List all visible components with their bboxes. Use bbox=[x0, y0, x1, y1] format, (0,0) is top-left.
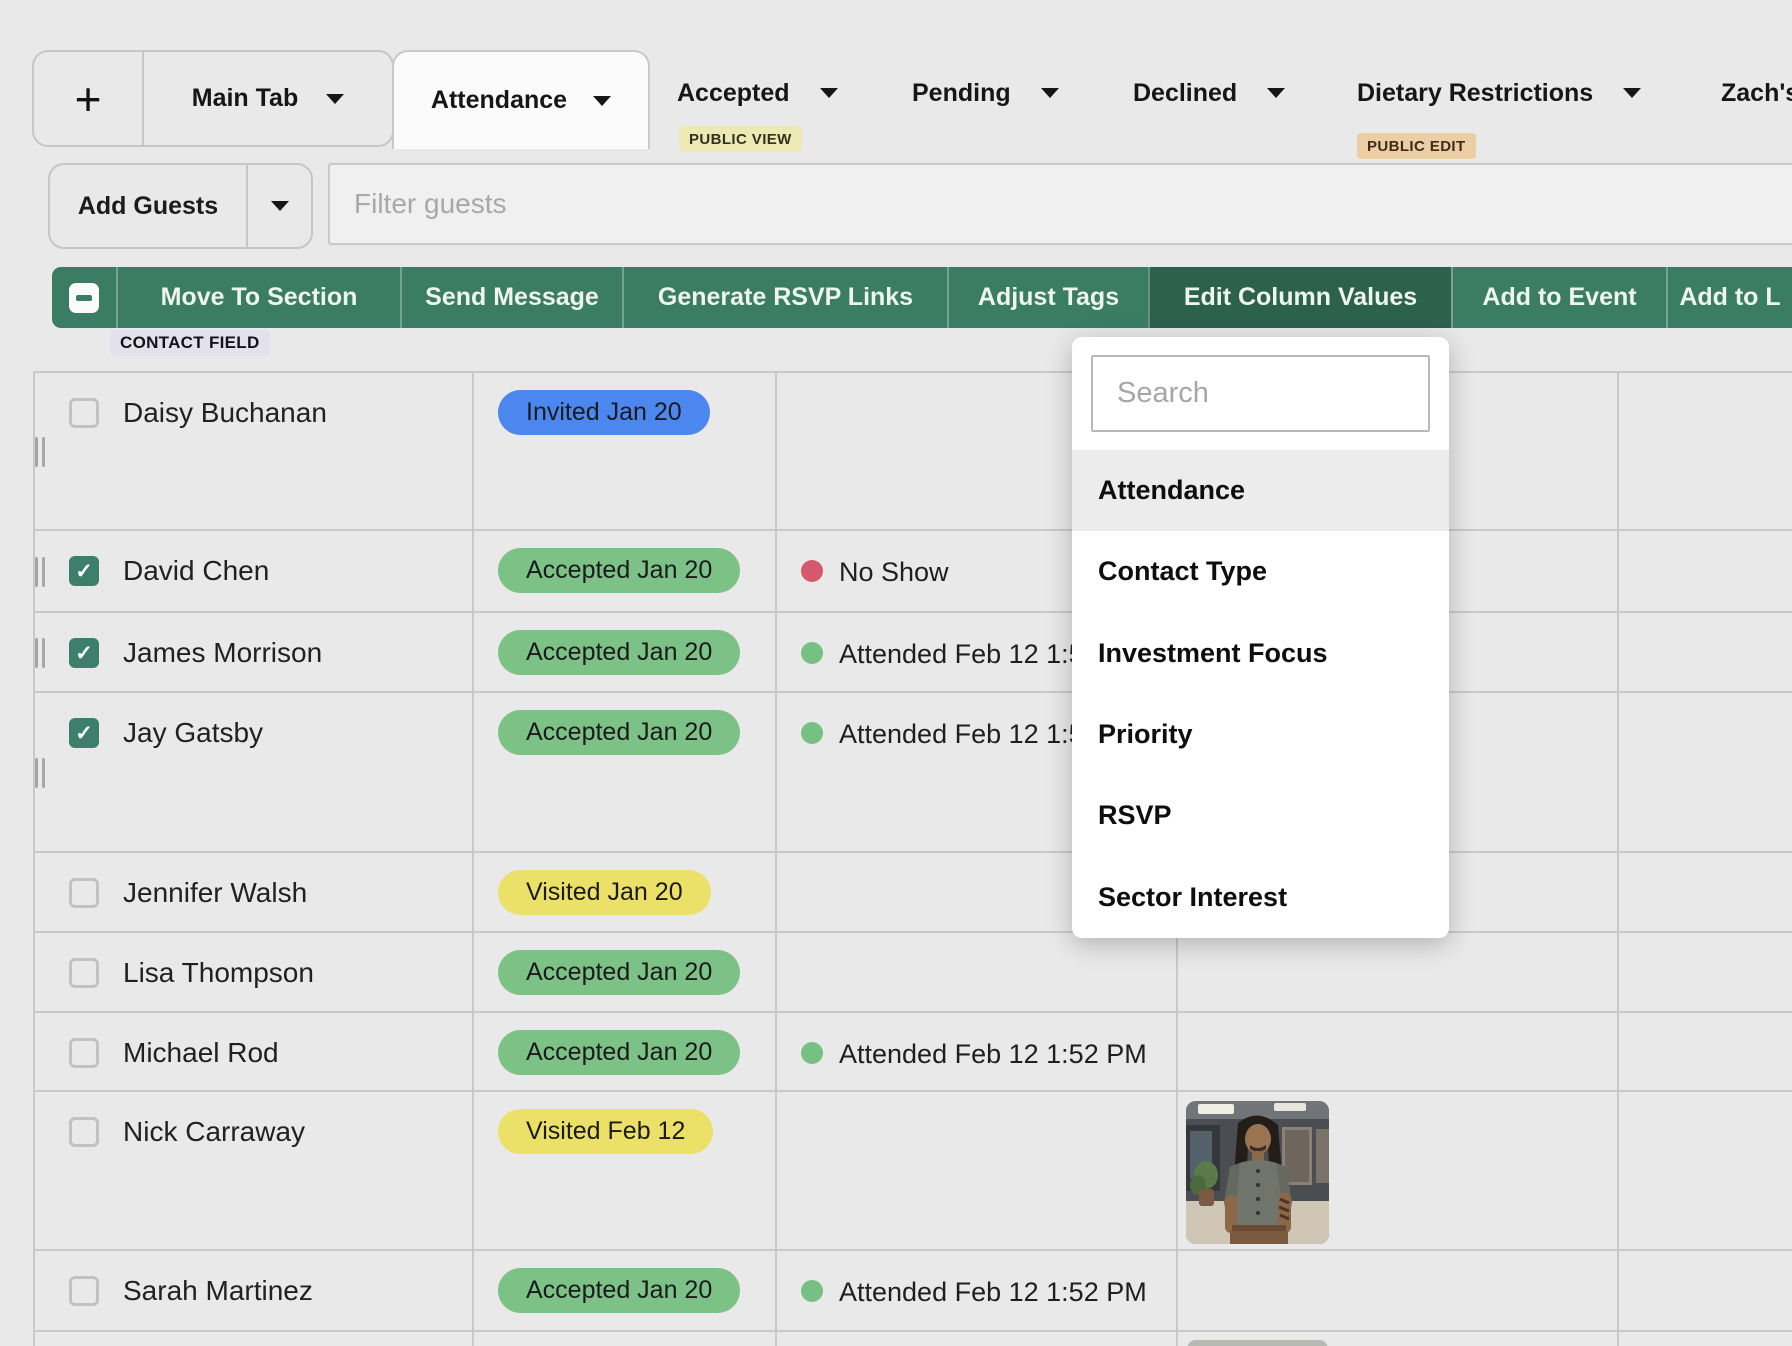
attendance-dot-icon bbox=[801, 722, 823, 744]
guest-photo[interactable] bbox=[1187, 1340, 1328, 1346]
rsvp-status-pill[interactable]: Invited Jan 20 bbox=[498, 390, 710, 435]
menu-item-priority[interactable]: Priority bbox=[1072, 694, 1449, 775]
new-tab-button[interactable]: + bbox=[34, 52, 144, 145]
rsvp-status-pill[interactable]: Accepted Jan 20 bbox=[498, 710, 740, 755]
tab-pending-label: Pending bbox=[912, 79, 1011, 108]
chevron-down-icon bbox=[820, 88, 838, 98]
dropdown-search-input[interactable] bbox=[1091, 355, 1430, 432]
row-checkbox[interactable] bbox=[69, 1276, 99, 1306]
filter-guests-input[interactable] bbox=[328, 163, 1792, 245]
adjust-tags-button[interactable]: Adjust Tags bbox=[947, 267, 1148, 328]
select-all-checkbox[interactable] bbox=[52, 267, 116, 328]
guest-name[interactable]: Daisy Buchanan bbox=[123, 397, 327, 429]
chevron-down-icon bbox=[1267, 88, 1285, 98]
generate-rsvp-links-button[interactable]: Generate RSVP Links bbox=[622, 267, 947, 328]
guest-name[interactable]: Jay Gatsby bbox=[123, 717, 263, 749]
chevron-down-icon bbox=[593, 96, 611, 106]
tab-declined[interactable]: Declined bbox=[1133, 74, 1285, 112]
row-checkbox[interactable] bbox=[69, 958, 99, 988]
add-guests-split-button: Add Guests bbox=[48, 163, 313, 249]
tab-attendance-label: Attendance bbox=[431, 86, 567, 115]
add-to-list-button[interactable]: Add to L bbox=[1666, 267, 1792, 328]
attendance-status[interactable]: No Show bbox=[839, 557, 949, 588]
menu-item-sector-interest[interactable]: Sector Interest bbox=[1072, 857, 1449, 938]
send-message-button[interactable]: Send Message bbox=[400, 267, 622, 328]
add-guests-button[interactable]: Add Guests bbox=[50, 165, 248, 247]
rsvp-status-pill[interactable]: Accepted Jan 20 bbox=[498, 950, 740, 995]
table-row: David Chen Accepted Jan 20 No Show bbox=[33, 529, 1792, 611]
row-checkbox[interactable] bbox=[69, 878, 99, 908]
table-row: Lisa Thompson Accepted Jan 20 bbox=[33, 931, 1792, 1011]
tab-main-tab[interactable]: Main Tab bbox=[144, 52, 392, 145]
guest-name[interactable]: Sarah Martinez bbox=[123, 1275, 313, 1307]
guest-name[interactable]: Nick Carraway bbox=[123, 1116, 305, 1148]
table-row: Michael Rod Accepted Jan 20 Attended Feb… bbox=[33, 1011, 1792, 1090]
attendance-dot-icon bbox=[801, 1042, 823, 1064]
guest-name[interactable]: Michael Rod bbox=[123, 1037, 279, 1069]
edit-column-values-dropdown: Attendance Contact Type Investment Focus… bbox=[1072, 337, 1449, 938]
tab-declined-label: Declined bbox=[1133, 79, 1237, 108]
selection-toolbar: Move To Section Send Message Generate RS… bbox=[52, 267, 1792, 328]
row-checkbox[interactable] bbox=[69, 638, 99, 668]
tab-pending[interactable]: Pending bbox=[912, 74, 1059, 112]
table-row: Jennifer Walsh Visited Jan 20 bbox=[33, 851, 1792, 931]
attendance-dot-icon bbox=[801, 1280, 823, 1302]
indeterminate-checkbox-icon bbox=[69, 283, 99, 313]
public-edit-badge: PUBLIC EDIT bbox=[1357, 133, 1476, 159]
edit-column-values-button[interactable]: Edit Column Values bbox=[1148, 267, 1451, 328]
attendance-status[interactable]: Attended Feb 12 1:52 PM bbox=[839, 1039, 1147, 1070]
guest-name[interactable]: David Chen bbox=[123, 555, 269, 587]
chevron-down-icon bbox=[1041, 88, 1059, 98]
chevron-down-icon bbox=[271, 201, 289, 211]
table-row: James Morrison Accepted Jan 20 Attended … bbox=[33, 611, 1792, 691]
table-row: Jay Gatsby Accepted Jan 20 Attended Feb … bbox=[33, 691, 1792, 851]
rsvp-status-pill[interactable]: Accepted Jan 20 bbox=[498, 548, 740, 593]
table-row: Daisy Buchanan Invited Jan 20 bbox=[33, 371, 1792, 529]
guest-photo[interactable] bbox=[1186, 1101, 1329, 1244]
guest-name[interactable]: Lisa Thompson bbox=[123, 957, 314, 989]
add-to-event-button[interactable]: Add to Event bbox=[1451, 267, 1666, 328]
rsvp-status-pill[interactable]: Visited Jan 20 bbox=[498, 870, 711, 915]
rsvp-status-pill[interactable]: Accepted Jan 20 bbox=[498, 1030, 740, 1075]
public-view-badge: PUBLIC VIEW bbox=[679, 126, 802, 152]
guest-management-app: + Main Tab Attendance Accepted PUBLIC VI… bbox=[0, 0, 1792, 1346]
guest-name[interactable]: James Morrison bbox=[123, 637, 322, 669]
row-checkbox[interactable] bbox=[69, 398, 99, 428]
menu-item-investment-focus[interactable]: Investment Focus bbox=[1072, 613, 1449, 694]
rsvp-status-pill[interactable]: Visited Feb 12 bbox=[498, 1109, 713, 1154]
table-row: Nick Carraway Visited Feb 12 bbox=[33, 1090, 1792, 1249]
tab-dietary-restrictions[interactable]: Dietary Restrictions bbox=[1357, 74, 1641, 112]
tab-zachs[interactable]: Zach's bbox=[1721, 74, 1792, 112]
chevron-down-icon bbox=[1623, 88, 1641, 98]
rsvp-status-pill[interactable]: Accepted Jan 20 bbox=[498, 1268, 740, 1313]
row-checkbox[interactable] bbox=[69, 556, 99, 586]
contact-field-label: CONTACT FIELD bbox=[110, 330, 270, 356]
attendance-dot-icon bbox=[801, 642, 823, 664]
row-checkbox[interactable] bbox=[69, 1117, 99, 1147]
attendance-status[interactable]: Attended Feb 12 1:52 PM bbox=[839, 1277, 1147, 1308]
row-checkbox[interactable] bbox=[69, 1038, 99, 1068]
menu-item-attendance[interactable]: Attendance bbox=[1072, 450, 1449, 531]
tab-attendance-active[interactable]: Attendance bbox=[392, 50, 650, 149]
tab-group: + Main Tab bbox=[32, 50, 394, 147]
tab-main-label: Main Tab bbox=[192, 84, 298, 113]
tab-accepted-label: Accepted bbox=[677, 79, 790, 108]
guest-name[interactable]: Jennifer Walsh bbox=[123, 877, 307, 909]
tab-accepted[interactable]: Accepted bbox=[677, 74, 838, 112]
table-row: Sarah Martinez Accepted Jan 20 Attended … bbox=[33, 1249, 1792, 1330]
attendance-dot-icon bbox=[801, 560, 823, 582]
tab-zachs-label: Zach's bbox=[1721, 79, 1792, 108]
chevron-down-icon bbox=[326, 94, 344, 104]
table-row-partial bbox=[33, 1330, 1792, 1346]
dropdown-search-wrap bbox=[1072, 337, 1449, 450]
rsvp-status-pill[interactable]: Accepted Jan 20 bbox=[498, 630, 740, 675]
menu-item-contact-type[interactable]: Contact Type bbox=[1072, 531, 1449, 612]
plus-icon: + bbox=[75, 72, 102, 126]
row-checkbox[interactable] bbox=[69, 718, 99, 748]
menu-item-rsvp[interactable]: RSVP bbox=[1072, 775, 1449, 856]
add-guests-dropdown-button[interactable] bbox=[248, 165, 311, 247]
tab-dietary-label: Dietary Restrictions bbox=[1357, 79, 1593, 108]
move-to-section-button[interactable]: Move To Section bbox=[116, 267, 400, 328]
